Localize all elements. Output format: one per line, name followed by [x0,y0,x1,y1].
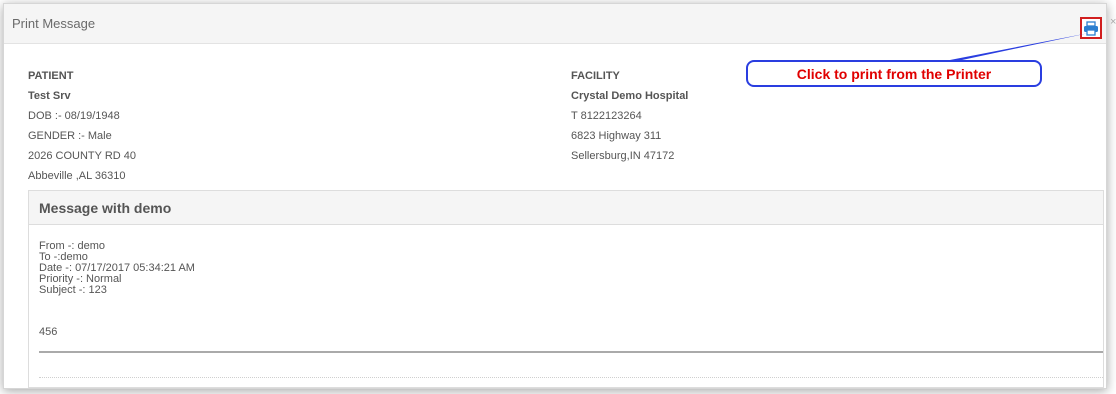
facility-heading: FACILITY [571,70,620,82]
close-icon[interactable]: × [1110,16,1116,28]
divider [39,351,1103,353]
patient-gender: GENDER :- Male [28,130,112,142]
facility-address-line1: 6823 Highway 311 [571,130,662,142]
print-button[interactable] [1080,17,1102,39]
dialog-header: Print Message × [4,4,1116,44]
facility-address-line2: Sellersburg,IN 47172 [571,150,675,162]
facility-phone: T 8122123264 [571,110,642,122]
message-title: Message with demo [29,191,1103,225]
facility-info: FACILITY Crystal Demo Hospital T 8122123… [571,66,688,166]
message-meta: From -: demo To -:demo Date -: 07/17/201… [39,241,195,296]
patient-info: PATIENT Test Srv DOB :- 08/19/1948 GENDE… [28,66,136,186]
patient-address-line1: 2026 COUNTY RD 40 [28,150,137,162]
divider [39,377,1103,378]
printer-icon [1084,20,1098,36]
patient-name: Test Srv [28,90,71,102]
dialog-title: Print Message [12,16,96,31]
patient-dob: DOB :- 08/19/1948 [28,110,120,122]
patient-address-line2: Abbeville ,AL 36310 [28,170,126,182]
patient-heading: PATIENT [28,70,74,82]
message-panel: Message with demo From -: demo To -:demo… [28,190,1104,388]
message-subject: Subject -: 123 [39,284,107,296]
print-callout: Click to print from the Printer [746,60,1042,87]
message-body: 456 [39,326,58,338]
facility-name: Crystal Demo Hospital [571,90,689,102]
